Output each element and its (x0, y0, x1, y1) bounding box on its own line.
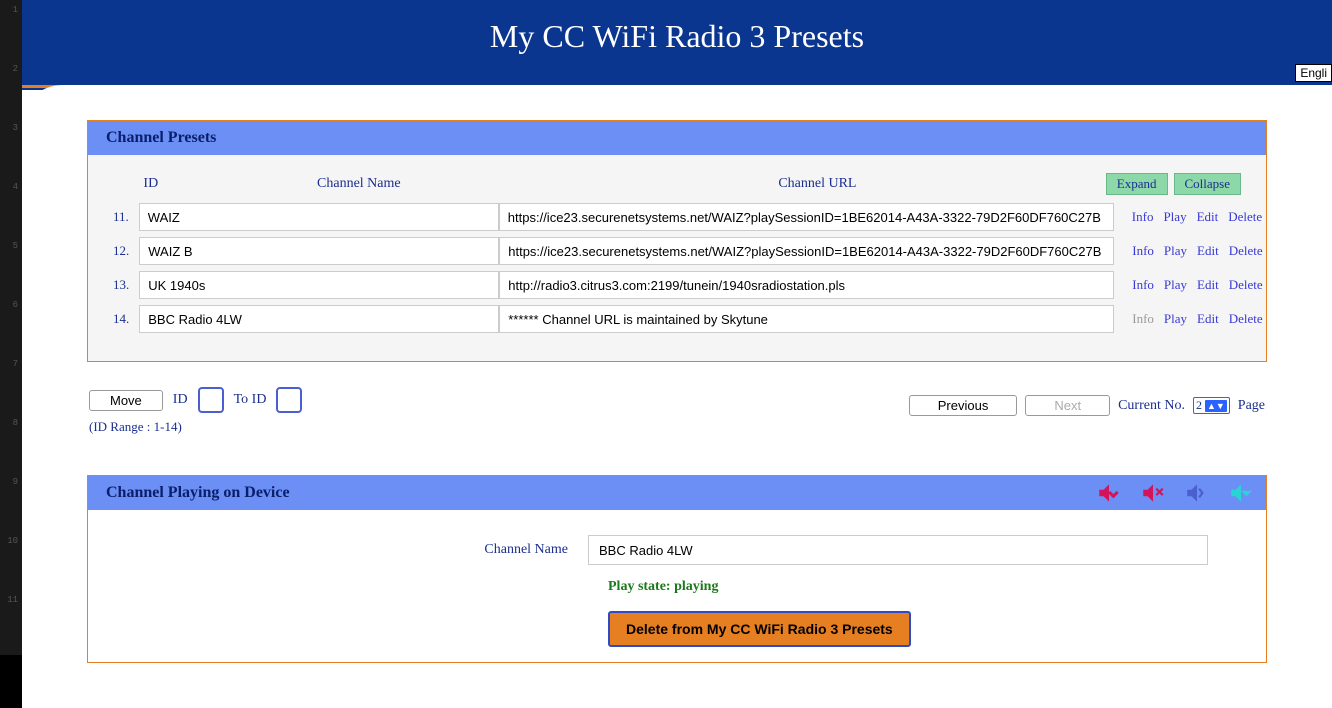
delete-link[interactable]: Delete (1228, 209, 1262, 225)
play-link[interactable]: Play (1164, 277, 1187, 293)
stepper-icon: ▲▼ (1205, 400, 1227, 412)
previous-button[interactable]: Previous (909, 395, 1018, 416)
id-input[interactable] (198, 387, 224, 413)
page-select[interactable]: 2 ▲▼ (1193, 397, 1230, 414)
col-name: Channel Name (189, 176, 529, 192)
channel-url-input[interactable] (499, 305, 1114, 333)
info-link[interactable]: Info (1132, 209, 1154, 225)
to-id-label: To ID (234, 392, 267, 408)
volume-up-icon[interactable] (1228, 480, 1254, 506)
info-link: Info (1132, 311, 1154, 327)
language-button[interactable]: Engli (1295, 64, 1332, 82)
to-id-input[interactable] (276, 387, 302, 413)
channel-url-input[interactable] (499, 237, 1114, 265)
volume-ok-icon[interactable] (1184, 480, 1210, 506)
table-row: 14.InfoPlayEditDelete (113, 305, 1241, 333)
channel-name-input[interactable] (139, 305, 499, 333)
delete-from-presets-button[interactable]: Delete from My CC WiFi Radio 3 Presets (608, 611, 911, 647)
col-url: Channel URL (529, 176, 1106, 192)
delete-link[interactable]: Delete (1229, 277, 1263, 293)
table-row: 12.InfoPlayEditDelete (113, 237, 1241, 265)
row-id: 13. (113, 277, 139, 293)
play-state-text: Play state: playing (608, 579, 1241, 595)
channel-name-input[interactable] (139, 237, 499, 265)
id-range-text: (ID Range : 1-14) (89, 419, 302, 435)
presets-panel-title: Channel Presets (88, 121, 1266, 155)
row-id: 11. (113, 209, 139, 225)
expand-button[interactable]: Expand (1106, 173, 1168, 195)
edit-link[interactable]: Edit (1197, 243, 1219, 259)
table-row: 11.InfoPlayEditDelete (113, 203, 1241, 231)
current-no-label: Current No. (1118, 398, 1185, 414)
channel-url-input[interactable] (499, 271, 1114, 299)
page-label: Page (1238, 398, 1265, 414)
id-label: ID (173, 392, 188, 408)
presets-panel: Channel Presets ID Channel Name Channel … (87, 120, 1267, 362)
move-button[interactable]: Move (89, 390, 163, 411)
volume-down-icon[interactable] (1096, 480, 1122, 506)
row-id: 12. (113, 243, 139, 259)
edit-link[interactable]: Edit (1197, 209, 1219, 225)
page-header: My CC WiFi Radio 3 Presets Engli (22, 0, 1332, 85)
collapse-button[interactable]: Collapse (1174, 173, 1242, 195)
playing-panel: Channel Playing on Device Channel Name P… (87, 475, 1267, 663)
row-id: 14. (113, 311, 139, 327)
edit-link[interactable]: Edit (1197, 311, 1219, 327)
col-id: ID (113, 176, 189, 192)
play-link[interactable]: Play (1164, 311, 1187, 327)
edit-link[interactable]: Edit (1197, 277, 1219, 293)
playing-panel-title: Channel Playing on Device (88, 476, 1266, 510)
playing-name-label: Channel Name (113, 542, 588, 558)
channel-url-input[interactable] (499, 203, 1114, 231)
page-title: My CC WiFi Radio 3 Presets (22, 18, 1332, 55)
channel-name-input[interactable] (139, 203, 499, 231)
channel-name-input[interactable] (139, 271, 499, 299)
playing-name-input[interactable] (588, 535, 1208, 565)
play-link[interactable]: Play (1163, 209, 1186, 225)
info-link[interactable]: Info (1132, 277, 1154, 293)
next-button[interactable]: Next (1025, 395, 1110, 416)
table-row: 13.InfoPlayEditDelete (113, 271, 1241, 299)
delete-link[interactable]: Delete (1229, 311, 1263, 327)
play-link[interactable]: Play (1164, 243, 1187, 259)
delete-link[interactable]: Delete (1229, 243, 1263, 259)
info-link[interactable]: Info (1132, 243, 1154, 259)
mute-icon[interactable] (1140, 480, 1166, 506)
